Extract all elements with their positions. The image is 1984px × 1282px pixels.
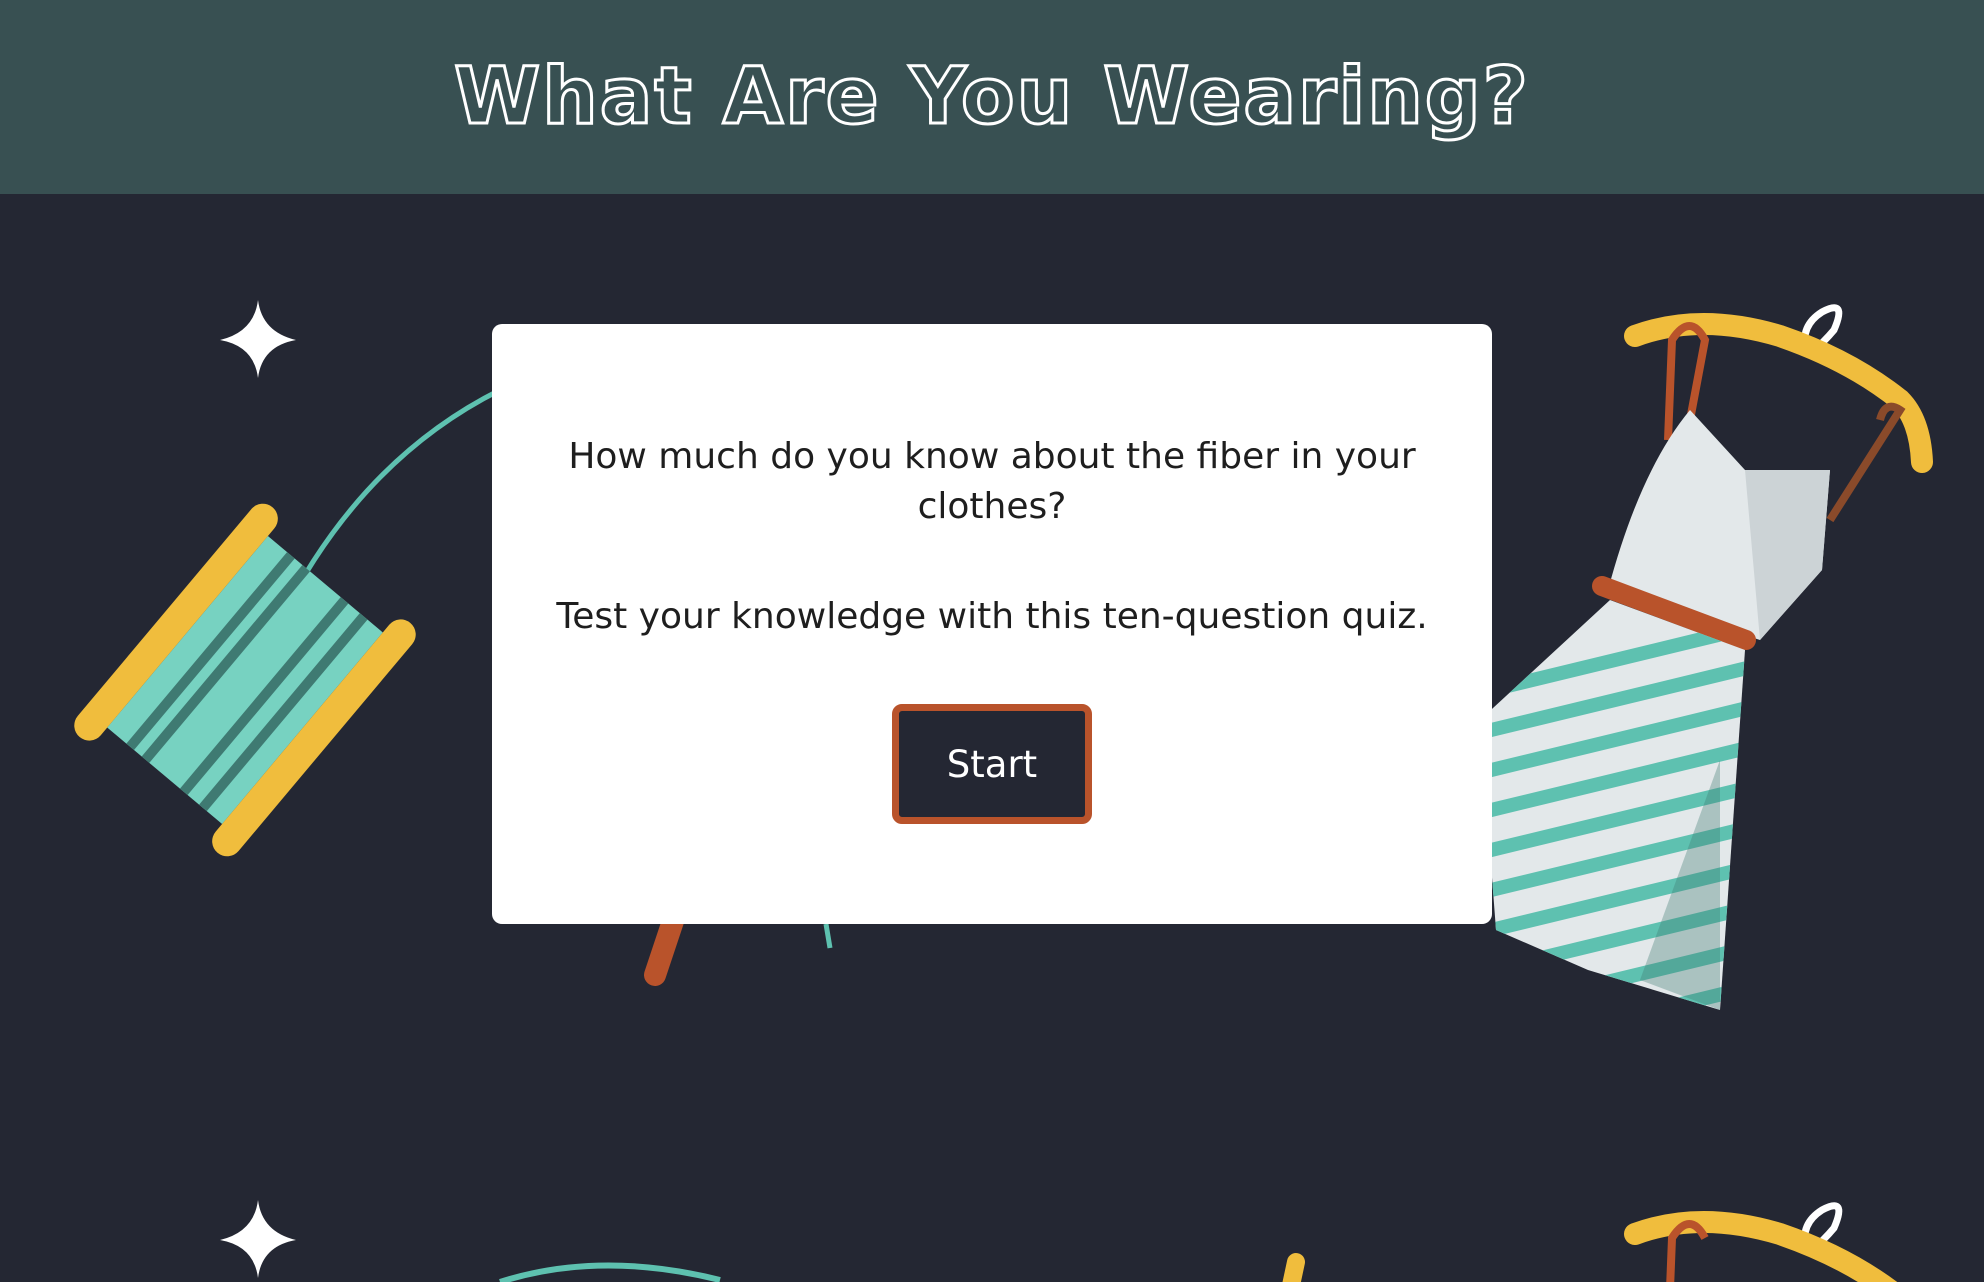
- dress-on-hanger-icon: [1480, 304, 1933, 1010]
- quiz-intro-card: How much do you know about the fiber in …: [492, 324, 1492, 924]
- page-header: What Are You Wearing?: [0, 0, 1984, 194]
- sparkle-icon: [220, 300, 296, 378]
- sparkle-icon: [220, 1200, 296, 1278]
- intro-question-text: How much do you know about the fiber in …: [568, 436, 1416, 527]
- start-button[interactable]: Start: [892, 704, 1092, 824]
- thread-spool-icon: [74, 503, 416, 857]
- thread-tail: [823, 923, 833, 949]
- knitting-needle-icon: [1282, 1253, 1305, 1282]
- intro-subtitle-text: Test your knowledge with this ten-questi…: [556, 596, 1428, 637]
- dress-on-hanger-icon: [1624, 1202, 1898, 1282]
- site-title: What Are You Wearing?: [453, 51, 1530, 144]
- thread-line: [499, 1262, 721, 1282]
